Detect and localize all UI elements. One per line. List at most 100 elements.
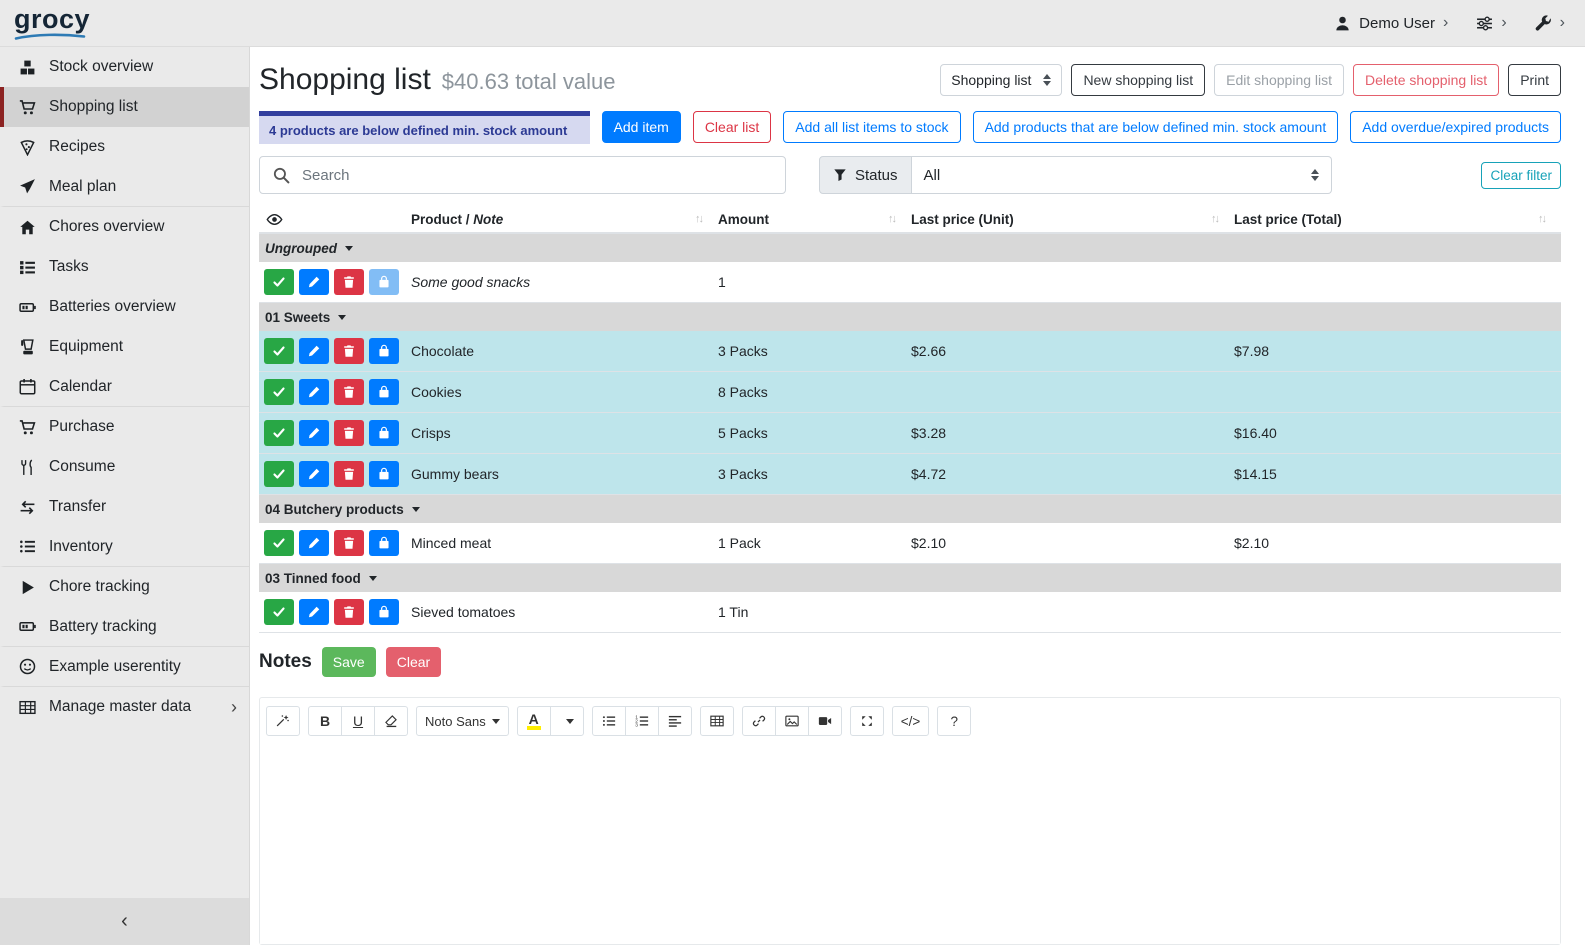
delete-button[interactable] <box>334 269 364 295</box>
caret-down-icon <box>492 719 500 724</box>
delete-button[interactable] <box>334 420 364 446</box>
done-button[interactable] <box>264 338 294 364</box>
sidebar-item-battery-tracking[interactable]: Battery tracking <box>0 607 249 647</box>
edit-button[interactable] <box>299 338 329 364</box>
add-item-button[interactable]: Add item <box>602 111 681 143</box>
sidebar-item-calendar[interactable]: Calendar <box>0 367 249 407</box>
sidebar-item-shopping-list[interactable]: Shopping list <box>0 87 249 127</box>
col-header-amount[interactable]: Amount <box>718 212 911 227</box>
delete-button[interactable] <box>334 461 364 487</box>
print-button[interactable]: Print <box>1508 64 1561 96</box>
font-color-dropdown[interactable] <box>550 706 584 736</box>
bold-button[interactable]: B <box>308 706 342 736</box>
delete-button[interactable] <box>334 599 364 625</box>
sidebar-item-purchase[interactable]: Purchase <box>0 407 249 447</box>
sidebar-item-recipes[interactable]: Recipes <box>0 127 249 167</box>
sidebar-item-equipment[interactable]: Equipment <box>0 327 249 367</box>
help-button[interactable]: ? <box>937 706 971 736</box>
add-below-min-stock-button[interactable]: Add products that are below defined min.… <box>973 111 1339 143</box>
sidebar-item-transfer[interactable]: Transfer <box>0 487 249 527</box>
style-magic-button[interactable] <box>266 706 300 736</box>
ordered-list-button[interactable] <box>625 706 659 736</box>
delete-button[interactable] <box>334 530 364 556</box>
edit-button[interactable] <box>299 379 329 405</box>
done-button[interactable] <box>264 599 294 625</box>
sidebar-item-chores-overview[interactable]: Chores overview <box>0 207 249 247</box>
group-row-butchery[interactable]: 04 Butchery products <box>259 495 1561 523</box>
sidebar-item-batteries-overview[interactable]: Batteries overview <box>0 287 249 327</box>
insert-table-button[interactable] <box>700 706 734 736</box>
new-shopping-list-button[interactable]: New shopping list <box>1071 64 1205 96</box>
done-button[interactable] <box>264 379 294 405</box>
font-color-button[interactable]: A <box>517 706 551 736</box>
admin-menu[interactable] <box>1535 14 1565 32</box>
insert-link-button[interactable] <box>742 706 776 736</box>
add-overdue-button[interactable]: Add overdue/expired products <box>1350 111 1561 143</box>
edit-button[interactable] <box>299 420 329 446</box>
smile-icon <box>16 658 38 675</box>
purchase-button[interactable] <box>369 461 399 487</box>
search-input[interactable] <box>302 157 785 193</box>
code-view-button[interactable]: </> <box>892 706 930 736</box>
sidebar-item-tasks[interactable]: Tasks <box>0 247 249 287</box>
purchase-button[interactable] <box>369 338 399 364</box>
clear-filter-button[interactable]: Clear filter <box>1481 162 1561 189</box>
delete-button[interactable] <box>334 379 364 405</box>
insert-picture-button[interactable] <box>775 706 809 736</box>
chevron-right-icon <box>1501 14 1506 32</box>
fullscreen-button[interactable] <box>850 706 884 736</box>
edit-button[interactable] <box>299 599 329 625</box>
purchase-button[interactable] <box>369 530 399 556</box>
sidebar-item-inventory[interactable]: Inventory <box>0 527 249 567</box>
notes-editor-area[interactable] <box>260 744 1560 944</box>
group-row-tinned-food[interactable]: 03 Tinned food <box>259 564 1561 592</box>
product-name: Cookies <box>411 384 718 400</box>
settings-menu[interactable] <box>1476 14 1506 32</box>
purchase-button[interactable] <box>369 420 399 446</box>
add-all-to-stock-button[interactable]: Add all list items to stock <box>783 111 960 143</box>
group-row-ungrouped[interactable]: Ungrouped <box>259 234 1561 262</box>
user-menu[interactable]: Demo User <box>1334 14 1448 32</box>
amount-cell: 1 Tin <box>718 604 911 620</box>
status-select[interactable]: All <box>912 156 1332 194</box>
below-min-stock-alert[interactable]: 4 products are below defined min. stock … <box>259 111 590 144</box>
sidebar-collapse-button[interactable] <box>0 898 249 945</box>
col-header-product[interactable]: Product / Note <box>411 212 718 227</box>
unordered-list-button[interactable] <box>592 706 626 736</box>
group-row-sweets[interactable]: 01 Sweets <box>259 303 1561 331</box>
clear-notes-button[interactable]: Clear <box>386 647 441 677</box>
clear-formatting-button[interactable] <box>374 706 408 736</box>
delete-button[interactable] <box>334 338 364 364</box>
underline-button[interactable]: U <box>341 706 375 736</box>
edit-button[interactable] <box>299 461 329 487</box>
edit-button[interactable] <box>299 530 329 556</box>
done-button[interactable] <box>264 269 294 295</box>
font-family-dropdown[interactable]: Noto Sans <box>416 706 509 736</box>
shopping-list-select[interactable]: Shopping list <box>940 64 1062 96</box>
purchase-button[interactable] <box>369 379 399 405</box>
purchase-button[interactable] <box>369 599 399 625</box>
edit-shopping-list-button[interactable]: Edit shopping list <box>1214 64 1344 96</box>
caret-down-icon <box>345 246 353 251</box>
edit-button[interactable] <box>299 269 329 295</box>
sidebar-item-stock-overview[interactable]: Stock overview <box>0 47 249 87</box>
sidebar-item-example-userentity[interactable]: Example userentity <box>0 647 249 687</box>
caret-down-icon <box>566 719 574 724</box>
sidebar-item-meal-plan[interactable]: Meal plan <box>0 167 249 207</box>
eye-icon <box>266 211 283 228</box>
insert-video-button[interactable] <box>808 706 842 736</box>
done-button[interactable] <box>264 461 294 487</box>
col-header-last-price-unit[interactable]: Last price (Unit) <box>911 212 1234 227</box>
save-notes-button[interactable]: Save <box>322 647 376 677</box>
sidebar-item-chore-tracking[interactable]: Chore tracking <box>0 567 249 607</box>
clear-list-button[interactable]: Clear list <box>693 111 771 143</box>
sidebar-item-consume[interactable]: Consume <box>0 447 249 487</box>
done-button[interactable] <box>264 420 294 446</box>
purchase-button[interactable] <box>369 269 399 295</box>
paragraph-align-button[interactable] <box>658 706 692 736</box>
delete-shopping-list-button[interactable]: Delete shopping list <box>1353 64 1499 96</box>
col-header-last-price-total[interactable]: Last price (Total) <box>1234 212 1561 227</box>
sidebar-item-manage-master-data[interactable]: Manage master data <box>0 687 249 727</box>
grocy-logo[interactable]: grocy <box>14 6 90 40</box>
done-button[interactable] <box>264 530 294 556</box>
